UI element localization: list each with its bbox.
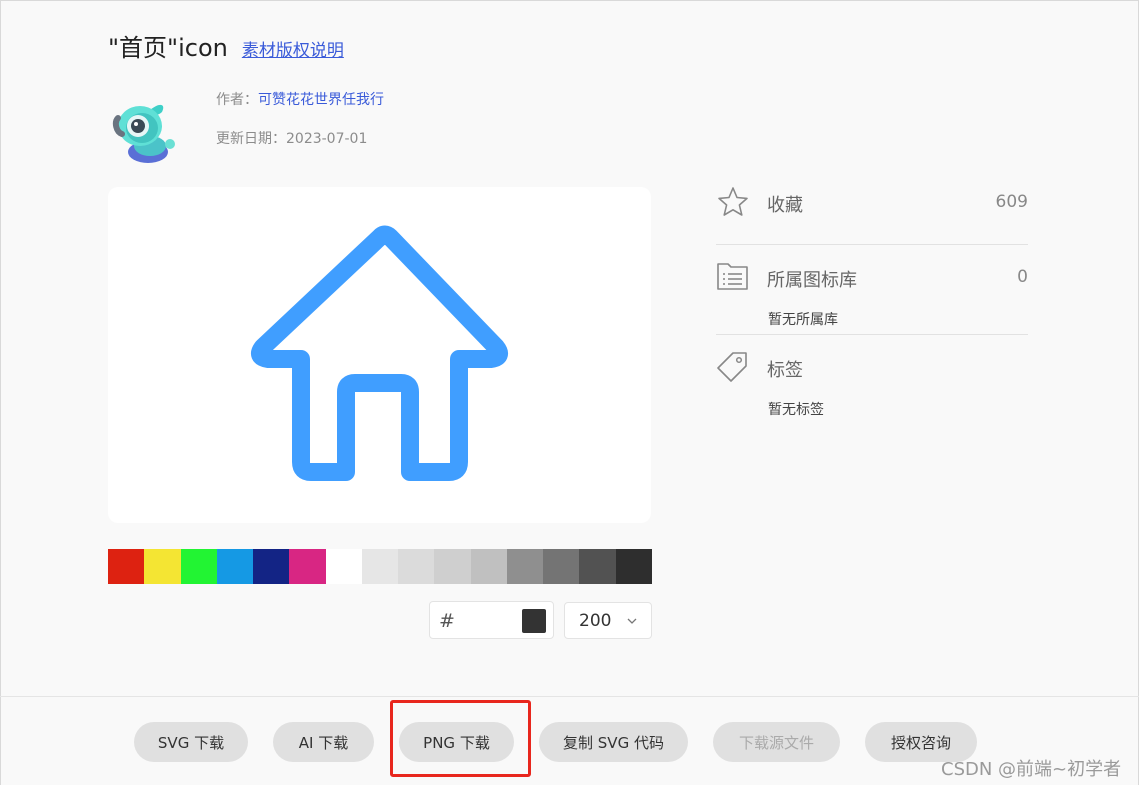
license-link[interactable]: 素材版权说明: [242, 36, 344, 61]
favorite-row[interactable]: 收藏 609: [716, 185, 1028, 219]
size-select[interactable]: 200: [564, 602, 652, 639]
current-color-chip[interactable]: [522, 609, 546, 633]
date-line: 更新日期：2023-07-01: [216, 128, 367, 148]
icon-preview: [108, 187, 651, 523]
library-label: 所属图标库: [767, 270, 857, 291]
library-row: 所属图标库 0 暂无所属库: [716, 260, 1028, 330]
color-swatch[interactable]: [289, 549, 326, 584]
date-value: 2023-07-01: [286, 131, 368, 147]
color-swatch[interactable]: [108, 549, 145, 584]
hash-symbol: #: [439, 610, 455, 632]
date-label: 更新日期：: [216, 131, 286, 147]
svg-download-button[interactable]: SVG 下载: [134, 722, 248, 762]
library-icon: [717, 263, 748, 290]
download-source-button[interactable]: 下载源文件: [713, 722, 840, 762]
tag-icon: [717, 352, 747, 382]
color-swatch[interactable]: [144, 549, 181, 584]
author-avatar[interactable]: [110, 92, 182, 164]
home-icon: [251, 225, 508, 481]
color-swatch[interactable]: [543, 549, 580, 584]
size-value: 200: [579, 611, 612, 631]
title-row: "首页"icon 素材版权说明: [108, 28, 344, 63]
page-title: "首页"icon: [108, 34, 228, 62]
author-name-link[interactable]: 可赞花花世界任我行: [258, 92, 384, 108]
chevron-down-icon: [627, 618, 637, 624]
tags-empty-text: 暂无标签: [768, 402, 824, 418]
divider: [716, 334, 1028, 335]
color-swatch[interactable]: [615, 549, 652, 584]
copy-svg-code-button[interactable]: 复制 SVG 代码: [539, 722, 688, 762]
author-label: 作者：: [216, 92, 258, 108]
author-line: 作者：可赞花花世界任我行: [216, 89, 384, 109]
color-palette: [108, 549, 652, 584]
favorite-label: 收藏: [767, 195, 803, 216]
color-swatch[interactable]: [180, 549, 217, 584]
color-swatch[interactable]: [216, 549, 253, 584]
color-swatch[interactable]: [325, 549, 362, 584]
color-swatch[interactable]: [361, 549, 398, 584]
ai-download-button[interactable]: AI 下载: [273, 722, 374, 762]
watermark: CSDN @前端~初学者: [941, 759, 1122, 780]
divider: [716, 244, 1028, 245]
color-swatch[interactable]: [434, 549, 471, 584]
png-download-button[interactable]: PNG 下载: [399, 722, 514, 762]
star-icon[interactable]: [716, 185, 750, 219]
color-swatch[interactable]: [470, 549, 507, 584]
color-swatch[interactable]: [579, 549, 616, 584]
color-hex-input[interactable]: #: [429, 601, 554, 639]
favorite-count: 609: [995, 192, 1028, 212]
tags-row: 标签 暂无标签: [716, 350, 1028, 420]
color-swatch[interactable]: [398, 549, 435, 584]
action-bar-divider: [0, 696, 1139, 697]
tags-label: 标签: [767, 360, 803, 381]
color-swatch[interactable]: [253, 549, 290, 584]
color-swatch[interactable]: [506, 549, 543, 584]
library-empty-text: 暂无所属库: [768, 312, 838, 328]
library-count: 0: [1017, 267, 1028, 287]
